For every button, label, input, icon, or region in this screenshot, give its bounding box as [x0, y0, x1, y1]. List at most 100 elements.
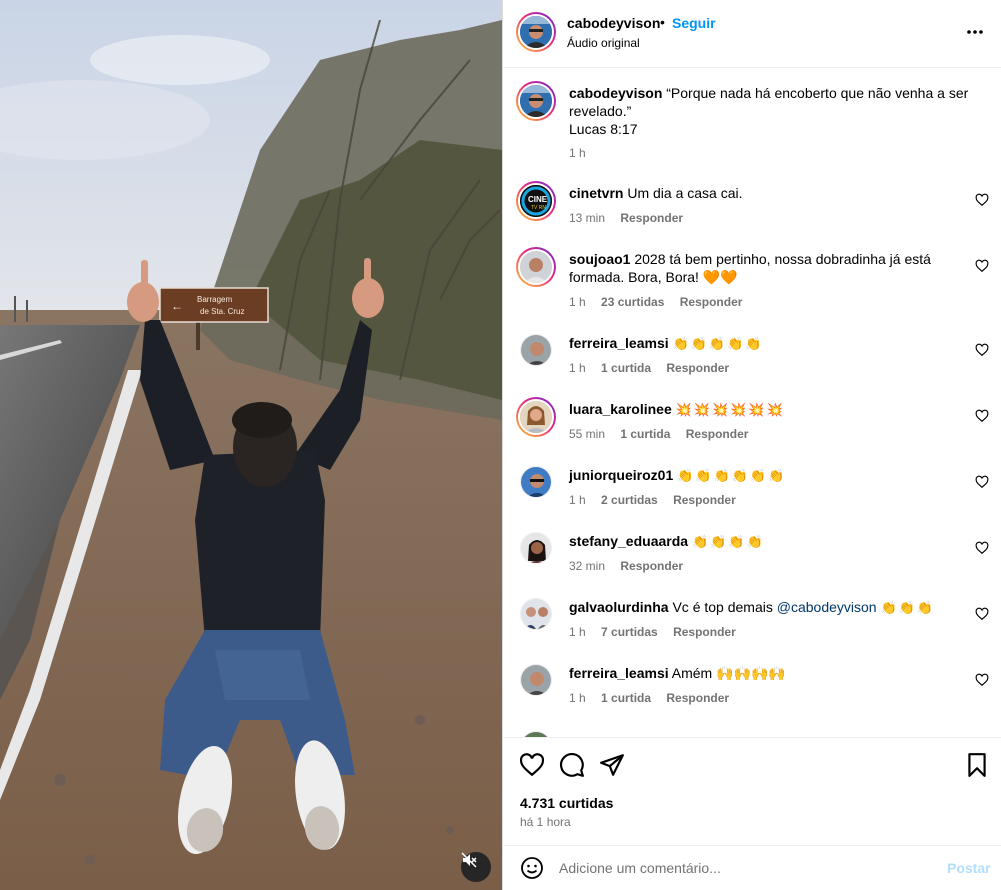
comment-meta: 1 h 1 curtida Responder: [569, 361, 741, 375]
comment-meta: 55 min 1 curtida Responder: [569, 427, 760, 441]
commenter-avatar[interactable]: [520, 598, 552, 630]
comment-username[interactable]: stefany_eduaarda: [569, 533, 688, 549]
caption-avatar[interactable]: [516, 81, 556, 121]
comment-text: Um dia a casa cai.: [627, 185, 743, 201]
comment-time[interactable]: 1 h: [569, 691, 586, 705]
comment-username[interactable]: galvaolurdinha: [569, 599, 669, 615]
like-comment-heart-icon[interactable]: [975, 673, 989, 687]
comment-time[interactable]: 1 h: [569, 493, 586, 507]
comment-likes[interactable]: 1 curtida: [601, 361, 651, 375]
post-header: cabodeyvison • Seguir Áudio original: [503, 0, 1001, 68]
comment-text-block: stefany_eduaarda 👏👏👏👏: [569, 532, 969, 551]
comment-username[interactable]: soujoao1: [569, 251, 630, 267]
reply-button[interactable]: Responder: [686, 427, 749, 441]
caption-username[interactable]: cabodeyvison: [569, 85, 662, 101]
comment-input[interactable]: [559, 856, 919, 880]
commenter-avatar-image: [521, 467, 551, 497]
author-username[interactable]: cabodeyvison: [567, 15, 660, 31]
audio-label[interactable]: Áudio original: [567, 36, 640, 50]
reply-button[interactable]: Responder: [620, 211, 683, 225]
post-comment-button[interactable]: Postar: [947, 860, 991, 876]
follow-button[interactable]: Seguir: [672, 15, 716, 31]
like-comment-heart-icon[interactable]: [975, 475, 989, 489]
comment-username[interactable]: ferreira_leamsi: [569, 665, 669, 681]
commenter-avatar[interactable]: [520, 466, 552, 498]
comment-meta: 1 h 7 curtidas Responder: [569, 625, 748, 639]
commenter-avatar[interactable]: CINE TV RN: [516, 181, 556, 221]
post-actions: 4.731 curtidas há 1 hora: [503, 737, 1001, 840]
comment-bubble-icon[interactable]: [559, 752, 585, 778]
comment-username[interactable]: cinetvrn: [569, 185, 623, 201]
emoji-smiley-icon[interactable]: [520, 856, 544, 880]
more-options-icon[interactable]: [965, 22, 985, 42]
caption-reference: Lucas 8:17: [569, 121, 638, 137]
commenter-avatar-image: [520, 401, 552, 433]
save-bookmark-icon[interactable]: [964, 752, 990, 778]
comment-time[interactable]: 55 min: [569, 427, 605, 441]
likes-count[interactable]: 4.731 curtidas: [520, 795, 613, 811]
comment-likes[interactable]: 1 curtida: [620, 427, 670, 441]
comment-text: Amém 🙌🙌🙌🙌: [671, 665, 786, 681]
commenter-avatar[interactable]: [516, 397, 556, 437]
reply-button[interactable]: Responder: [673, 493, 736, 507]
comments-list[interactable]: cabodeyvison “Porque nada há encoberto q…: [503, 69, 1001, 737]
comment-meta: 13 min Responder: [569, 211, 695, 225]
caption-avatar-image: [520, 85, 552, 117]
like-comment-heart-icon[interactable]: [975, 259, 989, 273]
comment-text: Vc é top demais: [672, 599, 773, 615]
cinetvrn-logo-icon: CINE TV RN: [520, 185, 552, 217]
share-send-icon[interactable]: [599, 752, 625, 778]
mute-button[interactable]: [461, 852, 491, 882]
comment-mention-link[interactable]: @cabodeyvison: [777, 599, 877, 615]
caption-time[interactable]: 1 h: [569, 146, 586, 160]
commenter-avatar[interactable]: [520, 532, 552, 564]
comment-time[interactable]: 32 min: [569, 559, 605, 573]
comment-text-block: soujoao1 2028 tá bem pertinho, nossa dob…: [569, 250, 959, 286]
reply-button[interactable]: Responder: [666, 361, 729, 375]
comment-likes[interactable]: 7 curtidas: [601, 625, 658, 639]
reply-button[interactable]: Responder: [620, 559, 683, 573]
author-avatar-image: [520, 16, 552, 48]
like-comment-heart-icon[interactable]: [975, 343, 989, 357]
reply-button[interactable]: Responder: [680, 295, 743, 309]
commenter-avatar[interactable]: [520, 334, 552, 366]
comment-meta: 1 h 2 curtidas Responder: [569, 493, 748, 507]
comment-likes[interactable]: 1 curtida: [601, 691, 651, 705]
commenter-avatar-image: [520, 251, 552, 283]
svg-text:CINE: CINE: [528, 195, 548, 204]
comment-time[interactable]: 1 h: [569, 361, 586, 375]
post-video[interactable]: ← Barragem de Sta. Cruz: [0, 0, 502, 890]
commenter-avatar-image: [521, 599, 551, 629]
comment-text-block: cinetvrn Um dia a casa cai.: [569, 184, 969, 202]
commenter-avatar-image: [521, 533, 551, 563]
sign-line-1: Barragem: [197, 295, 232, 304]
video-frame: ← Barragem de Sta. Cruz: [0, 0, 502, 890]
like-comment-heart-icon[interactable]: [975, 193, 989, 207]
comment-text-block: luara_karolinee 💥💥💥💥💥💥: [569, 400, 969, 419]
like-comment-heart-icon[interactable]: [975, 607, 989, 621]
commenter-avatar[interactable]: [520, 664, 552, 696]
post-side-panel: cabodeyvison • Seguir Áudio original cab…: [502, 0, 1001, 890]
like-comment-heart-icon[interactable]: [975, 409, 989, 423]
comment-time[interactable]: 1 h: [569, 625, 586, 639]
comment-likes[interactable]: 23 curtidas: [601, 295, 664, 309]
commenter-avatar[interactable]: [516, 247, 556, 287]
svg-text:TV RN: TV RN: [531, 205, 546, 211]
like-heart-icon[interactable]: [519, 752, 545, 778]
comment-username[interactable]: juniorqueiroz01: [569, 467, 673, 483]
comment-meta: 1 h 23 curtidas Responder: [569, 295, 754, 309]
comment-time[interactable]: 1 h: [569, 295, 586, 309]
comment-text: 👏👏👏👏👏👏: [677, 468, 787, 483]
author-avatar[interactable]: [516, 12, 556, 52]
comment-username[interactable]: ferreira_leamsi: [569, 335, 669, 351]
like-comment-heart-icon[interactable]: [975, 541, 989, 555]
header-separator: •: [660, 14, 665, 30]
post-time[interactable]: há 1 hora: [520, 815, 571, 829]
commenter-avatar-image: [521, 665, 551, 695]
comment-likes[interactable]: 2 curtidas: [601, 493, 658, 507]
comment-text: 👏👏👏👏: [691, 534, 765, 549]
comment-time[interactable]: 13 min: [569, 211, 605, 225]
reply-button[interactable]: Responder: [673, 625, 736, 639]
comment-username[interactable]: luara_karolinee: [569, 401, 672, 417]
reply-button[interactable]: Responder: [666, 691, 729, 705]
